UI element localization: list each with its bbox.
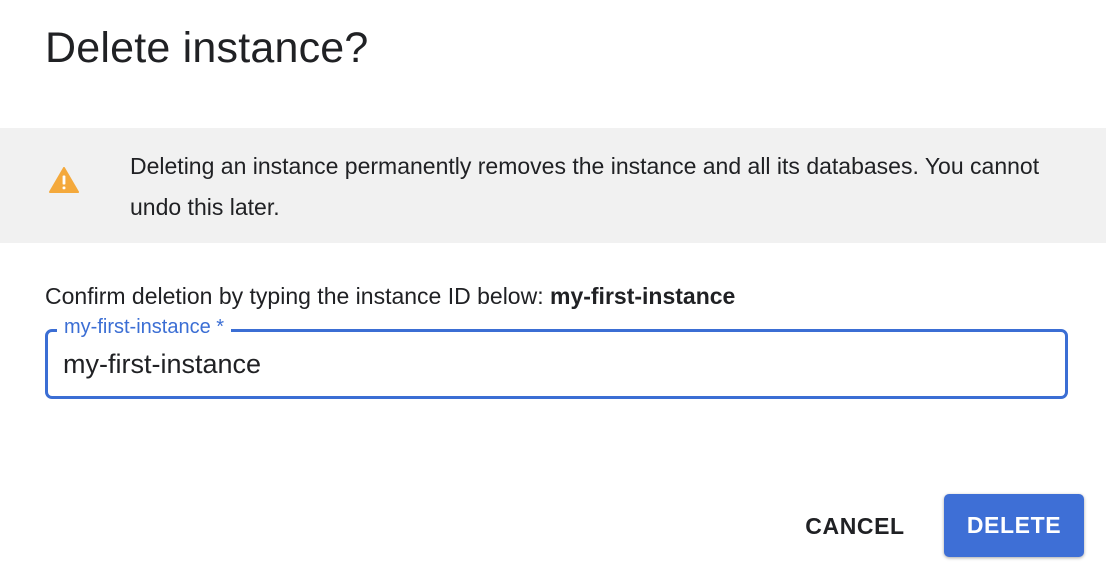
instance-id-input[interactable]	[63, 345, 1053, 383]
instance-id-field-label: my-first-instance *	[57, 314, 232, 340]
cancel-button[interactable]: CANCEL	[790, 497, 920, 555]
delete-button[interactable]: DELETE	[944, 494, 1084, 557]
delete-instance-dialog: Delete instance? Deleting an instance pe…	[0, 0, 1106, 576]
dialog-title: Delete instance?	[45, 24, 369, 72]
confirm-prompt: Confirm deletion by typing the instance …	[45, 283, 550, 309]
confirm-instruction: Confirm deletion by typing the instance …	[45, 280, 735, 312]
warning-message: Deleting an instance permanently removes…	[130, 153, 1040, 220]
instance-id: my-first-instance	[550, 283, 736, 309]
warning-icon	[49, 167, 79, 193]
